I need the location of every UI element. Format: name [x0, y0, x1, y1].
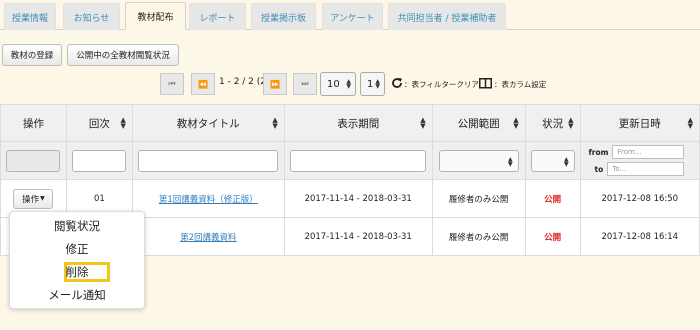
date-from-input[interactable]: From... — [612, 145, 685, 159]
tab-bulletin-board[interactable]: 授業掲示板 — [251, 3, 316, 30]
all-materials-status-button[interactable]: 公開中の全教材閲覧状況 — [67, 44, 179, 66]
filter-cell-title — [131, 141, 285, 180]
row-actions-menu: 閲覧状況 修正 削除 メール通知 — [9, 211, 145, 309]
refresh-icon[interactable] — [391, 77, 403, 89]
last-page-icon: ⏭ — [301, 79, 309, 88]
header-status[interactable]: 状況 ▲ ▼ — [524, 104, 581, 142]
next-page-icon: ⏩ — [270, 79, 280, 89]
filter-cell-period — [283, 141, 433, 180]
sort-icon[interactable]: ▲ ▼ — [272, 117, 277, 130]
status-cell: 公開 — [524, 179, 581, 218]
filter-clear-label[interactable]: ：表フィルタークリア — [404, 79, 479, 90]
updated-cell: 2017-12-08 16:14 — [579, 217, 700, 256]
tab-reports[interactable]: レポート — [189, 3, 246, 30]
per-page-select[interactable]: 10 ▲ ▼ — [320, 72, 356, 96]
caret-down-icon: ▼ — [40, 195, 45, 202]
period-cell: 2017-11-14 - 2018-03-31 — [283, 179, 433, 218]
tab-course-info[interactable]: 授業情報 — [4, 3, 56, 30]
menu-item-edit[interactable]: 修正 — [10, 241, 144, 257]
last-page-button[interactable]: ⏭ — [293, 73, 317, 95]
material-title-link[interactable]: 第1回講義資料（修正版） — [159, 195, 258, 205]
status-badge: 公開 — [544, 194, 562, 205]
title-cell: 第2回講義資料 — [131, 217, 285, 256]
sort-icon[interactable]: ▲ ▼ — [568, 117, 573, 130]
actions-filter-placeholder — [6, 149, 61, 172]
status-badge: 公開 — [544, 232, 562, 243]
updated-cell: 2017-12-08 16:50 — [579, 179, 700, 218]
date-from-label: from — [588, 147, 609, 157]
filter-cell-round — [65, 141, 133, 180]
table-header-row: 操作 回次 ▲ ▼ 教材タイトル ▲ ▼ 表示期間 ▲ ▼ 公開範囲 ▲ ▼ 状況 ▲ ▼ 更新日時… — [0, 104, 700, 142]
date-to-input[interactable]: To... — [607, 162, 685, 176]
chevron-updown-icon: ▲ ▼ — [375, 78, 380, 90]
scope-cell: 履修者のみ公開 — [431, 179, 526, 218]
first-page-button[interactable]: ⏮ — [160, 73, 184, 95]
chevron-updown-icon: ▲ ▼ — [563, 155, 569, 168]
header-period[interactable]: 表示期間 ▲ ▼ — [283, 104, 433, 142]
header-actions: 操作 — [0, 104, 67, 142]
title-cell: 第1回講義資料（修正版） — [131, 179, 285, 218]
status-cell: 公開 — [524, 217, 581, 256]
tab-co-instructors[interactable]: 共同担当者 / 授業補助者 — [388, 3, 506, 30]
tab-survey[interactable]: アンケート — [322, 3, 383, 30]
filter-cell-scope: ▲ ▼ — [431, 141, 526, 180]
header-updated[interactable]: 更新日時 ▲ ▼ — [579, 104, 700, 142]
chevron-updown-icon: ▲ ▼ — [508, 155, 513, 168]
menu-item-delete[interactable]: 削除 — [10, 264, 144, 280]
per-page-value: 10 — [327, 78, 340, 90]
scope-filter-select[interactable]: ▲ ▼ — [438, 149, 519, 172]
first-page-icon: ⏮ — [168, 79, 176, 88]
round-filter-input[interactable] — [72, 149, 127, 172]
header-round[interactable]: 回次 ▲ ▼ — [65, 104, 133, 142]
date-to-row: to To... — [589, 162, 685, 176]
sort-icon[interactable]: ▲ ▼ — [513, 117, 518, 130]
row-actions-button[interactable]: 操作 ▼ — [13, 188, 54, 209]
period-filter-input[interactable] — [290, 149, 427, 172]
date-from-row: from From... — [589, 145, 685, 159]
menu-item-view-status[interactable]: 閲覧状況 — [10, 218, 144, 234]
tab-materials[interactable]: 教材配布 — [125, 2, 186, 30]
period-cell: 2017-11-14 - 2018-03-31 — [283, 217, 433, 256]
sort-icon[interactable]: ▲ ▼ — [688, 117, 693, 130]
chevron-updown-icon: ▲ ▼ — [346, 78, 351, 90]
column-settings-label[interactable]: ：表カラム設定 — [494, 79, 546, 90]
filter-cell-actions — [0, 141, 67, 180]
columns-icon[interactable] — [479, 77, 492, 89]
filter-row: ▲ ▼ ▲ ▼ from From... to To... — [0, 141, 700, 180]
title-filter-input[interactable] — [138, 149, 279, 172]
status-filter-select[interactable]: ▲ ▼ — [530, 149, 575, 172]
filter-cell-updated: from From... to To... — [579, 141, 700, 180]
page-select[interactable]: 1 ▲ ▼ — [360, 72, 385, 96]
tab-announcements[interactable]: お知らせ — [63, 3, 120, 30]
tab-bar: 授業情報 お知らせ 教材配布 レポート 授業掲示板 アンケート 共同担当者 / … — [0, 0, 700, 30]
prev-page-icon: ⏪ — [198, 79, 208, 89]
sort-icon[interactable]: ▲ ▼ — [120, 117, 125, 130]
material-title-link[interactable]: 第2回講義資料 — [180, 233, 236, 243]
header-title[interactable]: 教材タイトル ▲ ▼ — [131, 104, 285, 142]
filter-cell-status: ▲ ▼ — [524, 141, 581, 180]
register-material-button[interactable]: 教材の登録 — [2, 44, 62, 66]
sort-icon[interactable]: ▲ ▼ — [420, 117, 425, 130]
date-to-label: to — [594, 164, 604, 174]
prev-page-button[interactable]: ⏪ — [191, 73, 215, 95]
menu-item-mail-notify[interactable]: メール通知 — [10, 287, 144, 303]
next-page-button[interactable]: ⏩ — [263, 73, 287, 95]
pager-range: 1 - 2 / 2 (2) — [219, 77, 270, 87]
header-scope[interactable]: 公開範囲 ▲ ▼ — [431, 104, 526, 142]
page-value: 1 — [367, 78, 374, 90]
scope-cell: 履修者のみ公開 — [431, 217, 526, 256]
